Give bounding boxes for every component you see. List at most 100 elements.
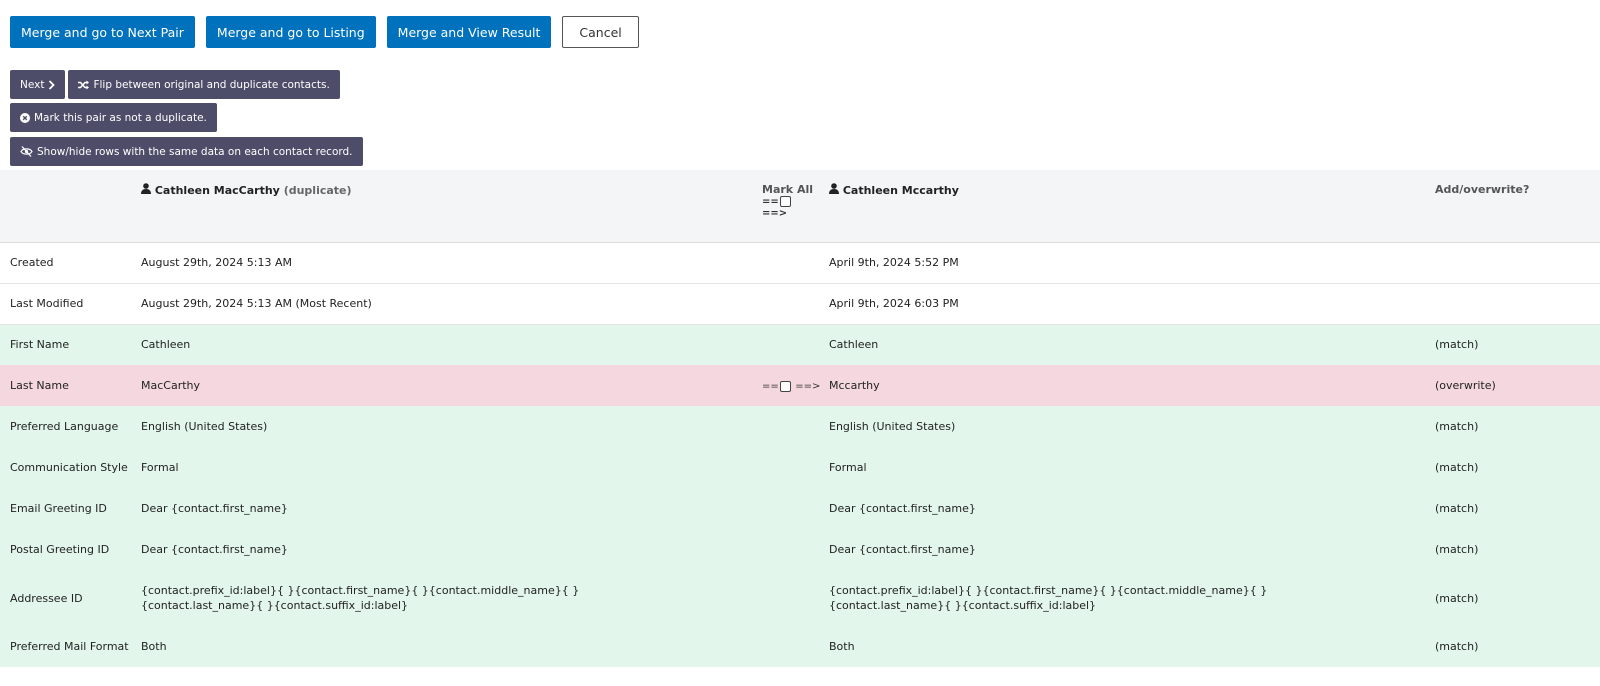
- main-contact-header: Cathleen Mccarthy: [829, 170, 1435, 242]
- field-label: Last Modified: [10, 297, 84, 310]
- table-header-row: Cathleen MacCarthy (duplicate) Mark All …: [0, 170, 1600, 242]
- duplicate-value: August 29th, 2024 5:13 AM: [141, 256, 292, 269]
- mark-not-duplicate-button[interactable]: Mark this pair as not a duplicate.: [10, 103, 217, 132]
- field-label: Email Greeting ID: [10, 502, 107, 515]
- merge-status: (match): [1435, 461, 1479, 474]
- main-value: Dear {contact.first_name}: [829, 502, 976, 515]
- main-contact-name[interactable]: Cathleen Mccarthy: [843, 184, 959, 197]
- main-value: Mccarthy: [829, 379, 880, 392]
- table-row: Preferred Mail Format Both Both (match): [0, 626, 1600, 667]
- duplicate-value: English (United States): [141, 420, 268, 433]
- tool-row-3: Show/hide rows with the same data on eac…: [10, 137, 363, 166]
- field-column-header: [0, 170, 141, 242]
- field-label: Preferred Language: [10, 420, 119, 433]
- cancel-button[interactable]: Cancel: [562, 16, 639, 48]
- move-control: [762, 529, 829, 570]
- move-control: [762, 406, 829, 447]
- show-hide-rows-button[interactable]: Show/hide rows with the same data on eac…: [10, 137, 363, 166]
- merge-view-result-button[interactable]: Merge and View Result: [386, 16, 552, 48]
- tool-row-2: Mark this pair as not a duplicate.: [10, 103, 217, 132]
- shuffle-icon: [78, 80, 90, 90]
- move-control: [762, 242, 829, 283]
- field-label: Addressee ID: [10, 591, 83, 605]
- field-label: Last Name: [10, 379, 69, 392]
- mark-all-label: Mark All: [762, 183, 813, 196]
- table-row: Postal Greeting ID Dear {contact.first_na…: [0, 529, 1600, 570]
- move-control: [762, 283, 829, 324]
- chevron-right-icon: [48, 79, 56, 90]
- merge-comparison-table: Cathleen MacCarthy (duplicate) Mark All …: [0, 170, 1600, 667]
- duplicate-value: {contact.prefix_id:label}{ }{contact.fir…: [141, 584, 580, 612]
- add-overwrite-header: Add/overwrite?: [1435, 183, 1530, 196]
- merge-status: [1435, 283, 1600, 324]
- table-row: Preferred Language English (United States…: [0, 406, 1600, 447]
- move-control: [762, 626, 829, 667]
- eye-slash-icon: [20, 146, 33, 157]
- merge-status: (match): [1435, 502, 1479, 515]
- move-arrow: ==>: [795, 381, 821, 392]
- duplicate-value: Cathleen: [141, 338, 191, 352]
- table-row: Last Name MacCarthy == ==> Mccarthy (overwri…: [0, 365, 1600, 406]
- merge-status: (match): [1435, 640, 1479, 653]
- merge-listing-button[interactable]: Merge and go to Listing: [205, 16, 376, 48]
- mark-all-control: ==: [762, 196, 829, 208]
- main-value: Both: [829, 640, 855, 653]
- tool-row-1: Next Flip between original and duplicate…: [10, 70, 340, 99]
- duplicate-tag: (duplicate): [283, 184, 352, 197]
- next-label: Next: [20, 78, 45, 91]
- user-icon: [141, 183, 151, 194]
- table-row: Communication Style Formal Formal (match): [0, 447, 1600, 488]
- field-label: Communication Style: [10, 461, 128, 474]
- duplicate-contact-name[interactable]: Cathleen MacCarthy: [155, 184, 280, 197]
- move-field-checkbox[interactable]: [779, 380, 791, 392]
- merge-actions: Merge and go to Next Pair Merge and go t…: [10, 16, 639, 48]
- show-hide-label: Show/hide rows with the same data on eac…: [37, 145, 353, 158]
- merge-status: (match): [1435, 591, 1479, 605]
- merge-status: (match): [1435, 338, 1479, 352]
- times-circle-icon: [20, 112, 30, 123]
- field-label: Postal Greeting ID: [10, 543, 110, 556]
- mark-all-prefix: ==: [762, 196, 779, 208]
- duplicate-value: August 29th, 2024 5:13 AM (Most Recent): [141, 297, 372, 310]
- mark-all-checkbox[interactable]: [779, 196, 791, 207]
- table-row: Last Modified August 29th, 2024 5:13 AM (…: [0, 283, 1600, 324]
- merge-status: (match): [1435, 543, 1479, 556]
- move-control: == ==>: [762, 365, 829, 406]
- move-control: [762, 570, 829, 626]
- move-control: [762, 488, 829, 529]
- next-button[interactable]: Next: [10, 70, 66, 99]
- main-value: English (United States): [829, 420, 956, 433]
- main-value: April 9th, 2024 6:03 PM: [829, 297, 959, 310]
- mark-all-header: Mark All == ==>: [762, 170, 829, 242]
- merge-next-pair-button[interactable]: Merge and go to Next Pair: [10, 16, 195, 48]
- move-control: [762, 447, 829, 488]
- merge-status: (match): [1435, 420, 1479, 433]
- not-duplicate-label: Mark this pair as not a duplicate.: [34, 111, 207, 124]
- duplicate-value: MacCarthy: [141, 379, 201, 392]
- duplicate-value: Formal: [141, 461, 179, 474]
- merge-status: (overwrite): [1435, 379, 1496, 392]
- main-value: April 9th, 2024 5:52 PM: [829, 256, 959, 269]
- main-value: {contact.prefix_id:label}{ }{contact.fir…: [829, 584, 1268, 612]
- user-icon: [829, 183, 839, 194]
- table-row: First Name Cathleen Cathleen (match): [0, 324, 1600, 365]
- flip-label: Flip between original and duplicate cont…: [93, 78, 330, 91]
- main-value: Formal: [829, 461, 867, 474]
- main-value: Cathleen: [829, 338, 879, 352]
- flip-contacts-button[interactable]: Flip between original and duplicate cont…: [68, 70, 340, 99]
- field-label: First Name: [10, 338, 70, 352]
- move-prefix: ==: [762, 381, 779, 392]
- merge-status: [1435, 242, 1600, 283]
- mark-all-arrow: ==>: [762, 207, 788, 219]
- table-row: Created August 29th, 2024 5:13 AM April 9t…: [0, 242, 1600, 283]
- move-control: [762, 324, 829, 365]
- field-label: Preferred Mail Format: [10, 640, 129, 653]
- table-row: Email Greeting ID Dear {contact.first_nam…: [0, 488, 1600, 529]
- field-label: Created: [10, 256, 54, 269]
- table-row: Addressee ID {contact.prefix_id:label}{ }…: [0, 570, 1600, 626]
- duplicate-value: Dear {contact.first_name}: [141, 502, 288, 515]
- duplicate-value: Both: [141, 640, 167, 653]
- duplicate-value: Dear {contact.first_name}: [141, 543, 288, 556]
- main-value: Dear {contact.first_name}: [829, 543, 976, 556]
- duplicate-contact-header: Cathleen MacCarthy (duplicate): [141, 170, 762, 242]
